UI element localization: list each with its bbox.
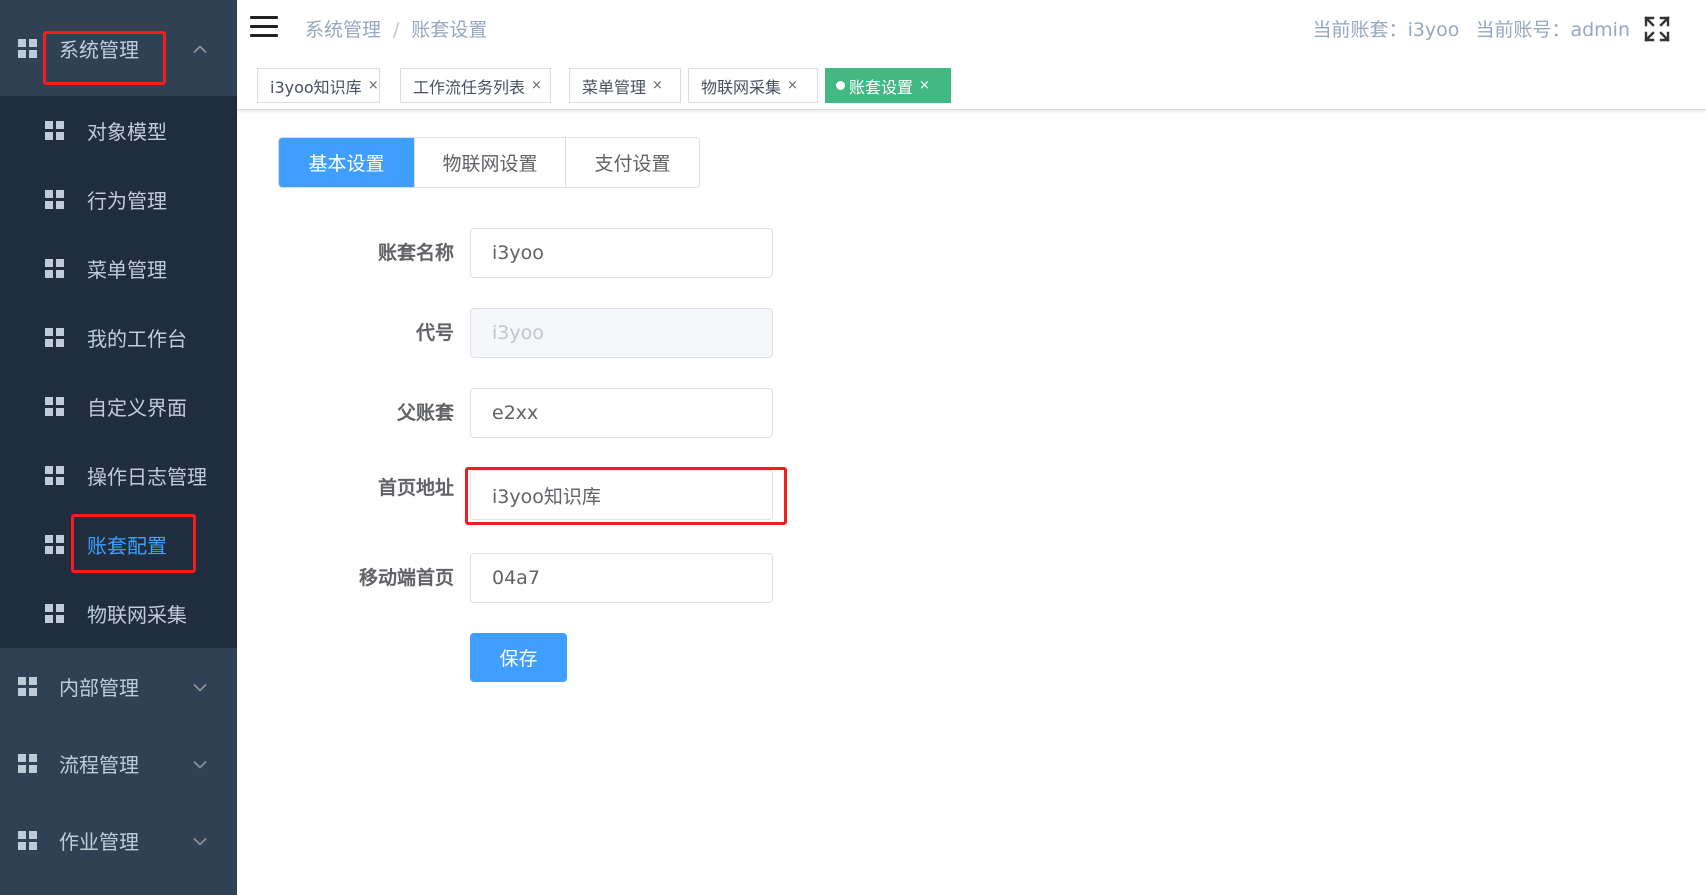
account-set-name-input[interactable] — [470, 228, 773, 278]
user-info: 当前账套：i3yoo 当前账号：admin — [1313, 15, 1630, 42]
sidebar: 系统管理 对象模型 行为管理 菜单管理 我的工作台 自定义界面 操作日志管理 账… — [0, 0, 237, 895]
sidebar-item-label: 菜单管理 — [87, 258, 167, 282]
form-row-parent: 父账套 — [300, 388, 780, 438]
sidebar-item-object-model[interactable]: 对象模型 — [0, 96, 237, 165]
breadcrumb: 系统管理 / 账套设置 — [305, 19, 488, 41]
hamburger-icon[interactable] — [250, 16, 278, 38]
grid-icon — [45, 604, 64, 623]
tag-iot-collection[interactable]: 物联网采集 × — [688, 68, 818, 103]
sidebar-item-behavior[interactable]: 行为管理 — [0, 165, 237, 234]
sidebar-item-label: 操作日志管理 — [87, 465, 207, 489]
grid-icon — [18, 38, 37, 58]
save-button[interactable]: 保存 — [470, 633, 567, 682]
current-account-set-value: i3yoo — [1407, 19, 1460, 41]
grid-icon — [45, 328, 64, 347]
tab-basic-settings[interactable]: 基本设置 — [279, 138, 414, 187]
fullscreen-icon[interactable] — [1644, 16, 1670, 42]
breadcrumb-item[interactable]: 系统管理 — [305, 19, 381, 41]
grid-icon — [18, 677, 37, 696]
menu-head-label: 流程管理 — [59, 753, 139, 777]
grid-icon — [18, 754, 37, 773]
sidebar-item-label: 物联网采集 — [87, 603, 187, 627]
close-icon[interactable]: × — [531, 78, 542, 93]
current-user-label: 当前账号： — [1475, 19, 1571, 41]
close-icon[interactable]: × — [652, 78, 663, 93]
tag-workflow-tasks[interactable]: 工作流任务列表 × — [400, 68, 551, 103]
tag-label: 账套设置 — [849, 77, 914, 97]
chevron-down-icon — [193, 754, 207, 773]
tab-iot-settings[interactable]: 物联网设置 — [414, 138, 565, 187]
sidebar-item-workbench[interactable]: 我的工作台 — [0, 303, 237, 372]
menu-head-workflow[interactable]: 流程管理 — [0, 725, 237, 802]
menu-head-label: 内部管理 — [59, 676, 139, 700]
breadcrumb-item-current: 账套设置 — [411, 19, 488, 41]
sidebar-item-account-set-config[interactable]: 账套配置 — [0, 510, 237, 579]
parent-account-set-input[interactable] — [470, 388, 773, 438]
topbar: 系统管理 / 账套设置 当前账套：i3yoo 当前账号：admin — [237, 0, 1706, 63]
tag-label: 菜单管理 — [582, 77, 647, 97]
parent-account-set-label: 父账套 — [396, 402, 454, 424]
menu-head-label: 系统管理 — [59, 37, 139, 62]
homepage-address-label: 首页地址 — [377, 477, 454, 499]
mobile-homepage-input[interactable] — [470, 553, 773, 603]
close-icon[interactable]: × — [787, 78, 798, 93]
settings-tabs: 基本设置 物联网设置 支付设置 — [278, 137, 700, 188]
menu-head-job[interactable]: 作业管理 — [0, 802, 237, 879]
chevron-up-icon — [193, 39, 207, 58]
form-row-homepage: 首页地址 — [300, 470, 780, 520]
grid-icon — [45, 259, 64, 278]
grid-icon — [18, 831, 37, 850]
submenu-system: 对象模型 行为管理 菜单管理 我的工作台 自定义界面 操作日志管理 账套配置 物… — [0, 96, 237, 648]
sidebar-item-iot-collection[interactable]: 物联网采集 — [0, 579, 237, 648]
close-icon[interactable]: × — [919, 78, 930, 93]
grid-icon — [45, 397, 64, 416]
grid-icon — [45, 121, 64, 140]
chevron-down-icon — [193, 831, 207, 850]
sidebar-item-label: 行为管理 — [87, 189, 167, 213]
mobile-homepage-label: 移动端首页 — [358, 567, 454, 589]
grid-icon — [45, 466, 64, 485]
homepage-address-input[interactable] — [470, 470, 773, 520]
sidebar-item-menu[interactable]: 菜单管理 — [0, 234, 237, 303]
current-user-value: admin — [1570, 19, 1630, 41]
account-set-name-label: 账套名称 — [377, 242, 454, 264]
tag-label: 工作流任务列表 — [413, 77, 526, 97]
form-row-name: 账套名称 — [300, 228, 780, 278]
menu-group-system: 系统管理 对象模型 行为管理 菜单管理 我的工作台 自定义界面 操作日志管理 账… — [0, 0, 237, 648]
grid-icon — [45, 535, 64, 554]
sidebar-item-custom-ui[interactable]: 自定义界面 — [0, 372, 237, 441]
grid-icon — [45, 190, 64, 209]
sidebar-item-label: 我的工作台 — [87, 327, 187, 351]
form-row-mobile-home: 移动端首页 — [300, 553, 780, 603]
current-account-set-label: 当前账套： — [1312, 19, 1408, 41]
tag-label: 物联网采集 — [701, 77, 782, 97]
menu-head-internal[interactable]: 内部管理 — [0, 648, 237, 725]
sidebar-item-label: 自定义界面 — [87, 396, 187, 420]
tag-menu-management[interactable]: 菜单管理 × — [569, 68, 681, 103]
code-label: 代号 — [415, 322, 454, 344]
tag-i3yoo-knowledge[interactable]: i3yoo知识库 × — [257, 68, 380, 103]
code-input — [470, 308, 773, 358]
menu-head-label: 作业管理 — [59, 830, 139, 854]
sidebar-item-label: 对象模型 — [87, 120, 167, 144]
tab-payment-settings[interactable]: 支付设置 — [565, 138, 699, 187]
tag-label: i3yoo知识库 — [270, 77, 362, 97]
sidebar-item-operation-log[interactable]: 操作日志管理 — [0, 441, 237, 510]
form-row-code: 代号 — [300, 308, 780, 358]
tags-view: i3yoo知识库 × 工作流任务列表 × 菜单管理 × 物联网采集 × 账套设置 × — [237, 62, 1706, 110]
chevron-down-icon — [193, 677, 207, 696]
menu-head-system[interactable]: 系统管理 — [0, 0, 237, 96]
close-icon[interactable]: × — [368, 78, 379, 93]
tag-account-set-settings[interactable]: 账套设置 × — [825, 68, 951, 103]
active-dot-icon — [836, 81, 845, 90]
sidebar-item-label: 账套配置 — [87, 534, 167, 558]
